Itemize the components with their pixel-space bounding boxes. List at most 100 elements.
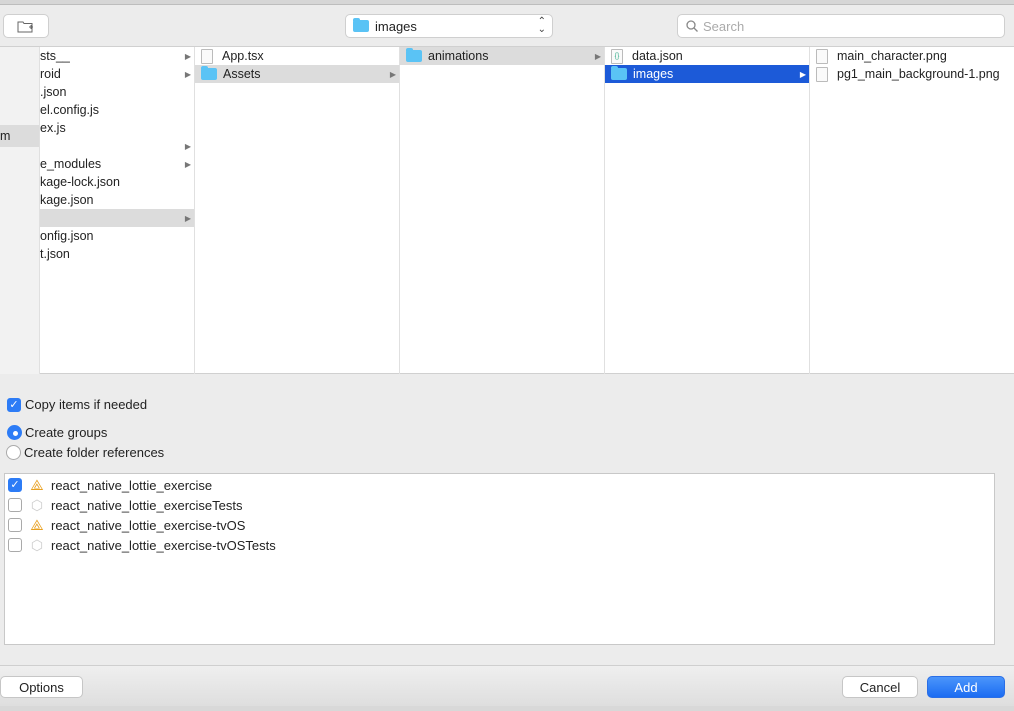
- file-item[interactable]: main_character.png: [810, 47, 1014, 65]
- file-item[interactable]: .json: [40, 83, 194, 101]
- target-name: react_native_lottie_exercise-tvOSTests: [51, 537, 276, 553]
- browser-column-3: animations ▶: [400, 47, 605, 374]
- target-row[interactable]: ⬡ react_native_lottie_exerciseTests: [5, 495, 994, 515]
- search-field[interactable]: Search: [677, 14, 1005, 38]
- browser-column-5: main_character.png pg1_main_background-1.…: [810, 47, 1014, 374]
- item-name: ex.js: [40, 121, 66, 135]
- sidebar-item[interactable]: m: [0, 125, 39, 147]
- checkbox-checked-icon[interactable]: ✓: [8, 478, 22, 492]
- new-folder-icon: [17, 21, 33, 32]
- create-folder-references-radio[interactable]: Create folder references: [6, 445, 164, 460]
- item-name: pg1_main_background-1.png: [837, 67, 1000, 81]
- disclosure-arrow-icon: ▶: [184, 159, 191, 169]
- item-name: animations: [428, 49, 489, 63]
- file-item[interactable]: el.config.js: [40, 101, 194, 119]
- item-name: images: [633, 67, 674, 81]
- disclosure-arrow-icon: ▶: [389, 69, 396, 79]
- search-placeholder: Search: [703, 18, 745, 34]
- cancel-button[interactable]: Cancel: [842, 676, 918, 698]
- item-name: data.json: [632, 49, 683, 63]
- item-name: el.config.js: [40, 103, 100, 117]
- file-item[interactable]: kage.json: [40, 191, 194, 209]
- file-item[interactable]: {} data.json: [605, 47, 809, 65]
- item-name: onfig.json: [40, 229, 94, 243]
- folder-icon: [406, 48, 422, 62]
- file-icon: [201, 48, 213, 64]
- target-name: react_native_lottie_exercise-tvOS: [51, 517, 246, 533]
- disclosure-arrow-icon: ▶: [799, 69, 806, 79]
- item-name: t.json: [40, 247, 70, 261]
- search-icon: [686, 20, 698, 32]
- app-icon: ⟁: [30, 476, 44, 494]
- item-name: kage-lock.json: [40, 175, 120, 189]
- radio-unselected-icon: [6, 445, 21, 460]
- image-file-icon: [816, 66, 828, 82]
- item-name: .json: [40, 85, 67, 99]
- path-selector-label: images: [375, 18, 417, 34]
- folder-item[interactable]: animations ▶: [400, 47, 604, 65]
- image-file-icon: [816, 48, 828, 64]
- checkbox-checked-icon: ✓: [7, 397, 21, 412]
- item-name: roid: [40, 67, 61, 81]
- radio-selected-icon: [7, 425, 22, 440]
- sidebar-item-label: m: [0, 129, 11, 143]
- targets-list: ✓ ⟁ react_native_lottie_exercise ⬡ react_na…: [4, 473, 995, 645]
- file-item[interactable]: ex.js: [40, 119, 194, 137]
- create-groups-radio[interactable]: Create groups: [7, 425, 107, 440]
- disclosure-arrow-icon: ▶: [184, 69, 191, 79]
- folder-icon: [201, 66, 217, 80]
- checkbox-icon[interactable]: [8, 538, 22, 552]
- target-name: react_native_lottie_exerciseTests: [51, 497, 243, 513]
- chevron-updown-icon: ⌃ ⌄: [537, 16, 546, 35]
- file-item[interactable]: t.json: [40, 245, 194, 263]
- checkbox-icon[interactable]: [8, 518, 22, 532]
- target-row[interactable]: ⬡ react_native_lottie_exercise-tvOSTests: [5, 535, 994, 555]
- file-icon: {}: [611, 48, 623, 64]
- folder-item[interactable]: images ▶: [605, 65, 809, 83]
- folder-item[interactable]: e_modules ▶: [40, 155, 194, 173]
- folder-item[interactable]: Assets ▶: [195, 65, 399, 83]
- file-item[interactable]: App.tsx: [195, 47, 399, 65]
- dialog-footer: Options Cancel Add: [0, 665, 1014, 706]
- folder-item[interactable]: roid ▶: [40, 65, 194, 83]
- checkbox-icon[interactable]: [8, 498, 22, 512]
- item-name: sts__: [40, 49, 70, 63]
- test-bundle-icon: ⬡: [30, 536, 44, 553]
- file-item[interactable]: onfig.json: [40, 227, 194, 245]
- window-edge: [0, 706, 1014, 711]
- create-groups-label: Create groups: [25, 425, 108, 440]
- disclosure-arrow-icon: ▶: [184, 51, 191, 61]
- disclosure-arrow-icon: ▶: [184, 141, 191, 151]
- add-button[interactable]: Add: [927, 676, 1005, 698]
- copy-items-label: Copy items if needed: [25, 397, 148, 412]
- path-selector[interactable]: images ⌃ ⌄: [345, 14, 553, 38]
- folder-item[interactable]: ▶: [40, 137, 194, 155]
- sidebar: m: [0, 47, 40, 374]
- item-name: e_modules: [40, 157, 102, 171]
- column-browser: m sts__ ▶ roid ▶ .json el.config.js ex.js ▶ e_mo…: [0, 47, 1014, 374]
- folder-item[interactable]: sts__ ▶: [40, 47, 194, 65]
- copy-items-checkbox[interactable]: ✓ Copy items if needed: [7, 397, 147, 412]
- folder-item[interactable]: ▶: [40, 209, 194, 227]
- item-name: main_character.png: [837, 49, 947, 63]
- test-bundle-icon: ⬡: [30, 496, 44, 513]
- browser-column-1: sts__ ▶ roid ▶ .json el.config.js ex.js ▶ e_modu…: [40, 47, 195, 374]
- options-button[interactable]: Options: [0, 676, 83, 698]
- toolbar: images ⌃ ⌄ Search: [0, 5, 1014, 47]
- target-row[interactable]: ✓ ⟁ react_native_lottie_exercise: [5, 475, 994, 495]
- new-folder-button[interactable]: [3, 14, 49, 38]
- create-folder-references-label: Create folder references: [24, 445, 165, 460]
- target-row[interactable]: ⟁ react_native_lottie_exercise-tvOS: [5, 515, 994, 535]
- item-name: App.tsx: [222, 49, 264, 63]
- item-name: Assets: [223, 67, 261, 81]
- folder-icon: [611, 66, 627, 80]
- file-item[interactable]: kage-lock.json: [40, 173, 194, 191]
- disclosure-arrow-icon: ▶: [184, 213, 191, 223]
- file-item[interactable]: pg1_main_background-1.png: [810, 65, 1014, 83]
- app-icon: ⟁: [30, 516, 44, 534]
- folder-icon: [353, 18, 369, 32]
- item-name: kage.json: [40, 193, 94, 207]
- target-name: react_native_lottie_exercise: [51, 477, 213, 493]
- disclosure-arrow-icon: ▶: [594, 51, 601, 61]
- browser-column-2: App.tsx Assets ▶: [195, 47, 400, 374]
